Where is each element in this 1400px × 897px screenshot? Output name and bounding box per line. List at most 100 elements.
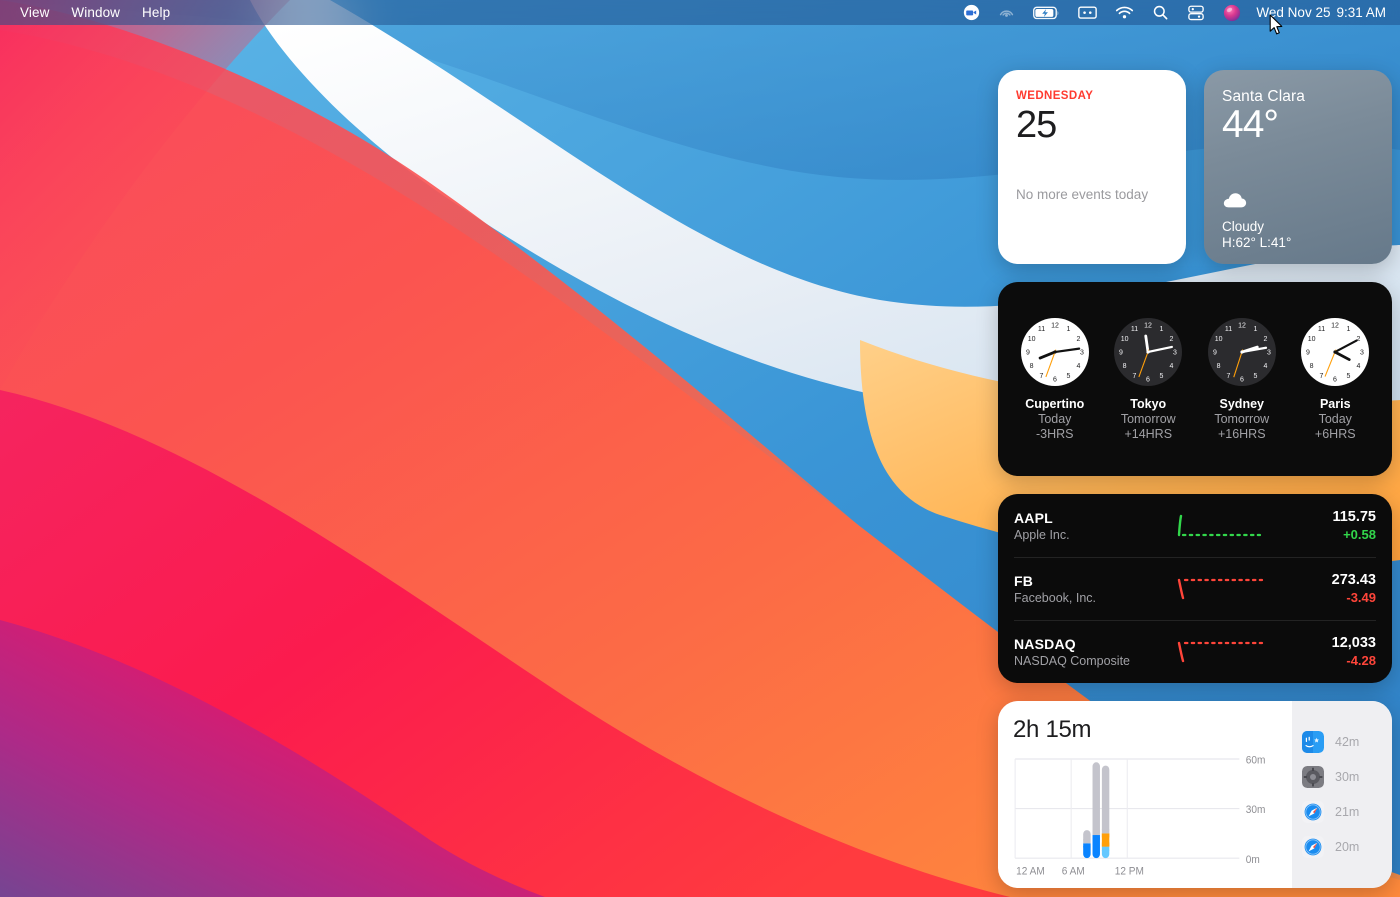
screen-time-bar-chart: 0m 30m 60m 12 AM 6 AM 12 PM: [1013, 752, 1284, 878]
stock-price: 12,033: [1331, 635, 1376, 651]
svg-text:6: 6: [1333, 377, 1337, 384]
clock-day-label: Today: [1038, 412, 1072, 426]
svg-text:12: 12: [1238, 323, 1246, 330]
stocks-widget[interactable]: AAPL Apple Inc. 115.75 +0.58 FB Facebook…: [998, 494, 1392, 683]
svg-text:9: 9: [1306, 350, 1310, 357]
stock-row[interactable]: NASDAQ NASDAQ Composite 12,033 -4.28: [998, 620, 1392, 683]
calendar-weekday: WEDNESDAY: [1016, 90, 1094, 102]
svg-text:10: 10: [1214, 336, 1222, 343]
menu-view[interactable]: View: [9, 3, 60, 22]
zoom-meeting-icon[interactable]: [954, 0, 989, 25]
svg-text:4: 4: [1263, 363, 1267, 370]
world-clock-widget[interactable]: 1 2 3 4 5 6 7 8 9 10 11 12 Cupertino Today -3HRS: [998, 282, 1392, 476]
svg-text:8: 8: [1310, 363, 1314, 370]
finder-icon: [1302, 731, 1324, 753]
stock-identity: FB Facebook, Inc.: [1014, 573, 1144, 605]
svg-text:10: 10: [1027, 336, 1035, 343]
svg-text:5: 5: [1253, 373, 1257, 380]
weather-high-low: H:62° L:41°: [1222, 235, 1292, 250]
stock-sparkline: [1144, 513, 1298, 539]
weather-condition: Cloudy: [1222, 219, 1265, 234]
airplay-icon[interactable]: [989, 0, 1024, 25]
stock-row[interactable]: AAPL Apple Inc. 115.75 +0.58: [998, 494, 1392, 557]
screen-time-app-duration: 42m: [1335, 735, 1360, 749]
screen-time-total: 2h 15m: [1013, 716, 1092, 743]
svg-text:11: 11: [1318, 326, 1325, 333]
spotlight-search-icon[interactable]: [1143, 0, 1178, 25]
svg-text:8: 8: [1123, 363, 1127, 370]
svg-text:7: 7: [1039, 373, 1043, 380]
weather-details: Cloudy H:62° L:41°: [1222, 192, 1374, 250]
svg-text:9: 9: [1026, 350, 1030, 357]
svg-text:8: 8: [1029, 363, 1033, 370]
stock-symbol: NASDAQ: [1014, 635, 1076, 652]
settings-gear-icon: [1302, 766, 1324, 788]
svg-text:2: 2: [1263, 336, 1267, 343]
wifi-icon[interactable]: [1106, 0, 1143, 25]
world-clock-cupertino: 1 2 3 4 5 6 7 8 9 10 11 12 Cupertino Today -3HRS: [1011, 317, 1099, 441]
clock-day-label: Tomorrow: [1120, 412, 1176, 426]
calendar-widget[interactable]: WEDNESDAY 25 No more events today: [998, 70, 1186, 264]
stock-company-name: NASDAQ Composite: [1014, 653, 1131, 668]
menu-help[interactable]: Help: [131, 3, 181, 22]
clock-offset-label: +14HRS: [1124, 427, 1173, 441]
svg-text:5: 5: [1160, 373, 1164, 380]
world-clock-paris: 1 2 3 4 5 6 7 8 9 10 11 12 Paris Today +6HRS: [1291, 317, 1379, 441]
stock-price: 273.43: [1331, 572, 1376, 588]
screen-time-widget[interactable]: 2h 15m 0m 30m 60m 12 AM 6 AM 12 PM 42m 3…: [998, 701, 1392, 888]
weather-widget[interactable]: Santa Clara 44° Cloudy H:62° L:41°: [1204, 70, 1392, 264]
svg-text:7: 7: [1320, 373, 1324, 380]
stock-symbol: AAPL: [1014, 509, 1053, 526]
clock-face-cupertino: 1 2 3 4 5 6 7 8 9 10 11 12: [1020, 317, 1090, 387]
stock-values: 115.75 +0.58: [1298, 509, 1376, 542]
svg-text:12: 12: [1331, 323, 1339, 330]
world-clock-sydney: 1 2 3 4 5 6 7 8 9 10 11 12 Sydney Tomorrow +16HRS: [1198, 317, 1286, 441]
clock-offset-label: +6HRS: [1314, 427, 1356, 441]
svg-text:11: 11: [1225, 326, 1232, 333]
screen-time-app-duration: 30m: [1335, 770, 1360, 784]
stock-row[interactable]: FB Facebook, Inc. 273.43 -3.49: [998, 557, 1392, 620]
clock-face-tokyo: 1 2 3 4 5 6 7 8 9 10 11 12: [1113, 317, 1183, 387]
battery-charging-icon[interactable]: [1024, 0, 1069, 25]
clock-city-label: Paris: [1319, 397, 1351, 411]
stock-values: 12,033 -4.28: [1298, 635, 1376, 668]
svg-text:7: 7: [1133, 373, 1137, 380]
screen-time-app-list: 42m 30m 21m 20m: [1292, 701, 1392, 888]
clock-face-paris: 1 2 3 4 5 6 7 8 9 10 11 12: [1300, 317, 1370, 387]
svg-text:12 PM: 12 PM: [1115, 865, 1144, 878]
svg-text:6 AM: 6 AM: [1062, 865, 1085, 878]
svg-text:2: 2: [1076, 336, 1080, 343]
screen-time-app-row: 20m: [1302, 836, 1392, 858]
notification-center: WEDNESDAY 25 No more events today Santa …: [998, 70, 1392, 888]
menu-bar-time[interactable]: 9:31 AM: [1333, 5, 1390, 20]
stock-identity: AAPL Apple Inc.: [1014, 510, 1144, 542]
clock-city-label: Tokyo: [1130, 397, 1167, 411]
svg-text:1: 1: [1160, 326, 1164, 333]
svg-text:12 AM: 12 AM: [1016, 865, 1045, 878]
clock-day-label: Tomorrow: [1214, 412, 1270, 426]
svg-text:12: 12: [1051, 323, 1059, 330]
svg-text:7: 7: [1226, 373, 1230, 380]
screenshot-icon[interactable]: [1069, 0, 1106, 25]
siri-icon[interactable]: [1214, 0, 1250, 25]
svg-text:8: 8: [1216, 363, 1220, 370]
menu-bar-date[interactable]: Wed Nov 25: [1250, 5, 1333, 20]
svg-text:30m: 30m: [1246, 804, 1266, 817]
svg-text:9: 9: [1213, 350, 1217, 357]
svg-text:2: 2: [1170, 336, 1174, 343]
safari-icon: [1302, 836, 1324, 858]
svg-text:4: 4: [1357, 363, 1361, 370]
svg-text:3: 3: [1360, 350, 1364, 357]
stock-sparkline: [1144, 639, 1298, 665]
stock-change: -4.28: [1346, 653, 1376, 668]
svg-text:9: 9: [1119, 350, 1123, 357]
svg-text:6: 6: [1240, 377, 1244, 384]
screen-time-app-row: 30m: [1302, 766, 1392, 788]
screen-time-chart-area: 2h 15m 0m 30m 60m 12 AM 6 AM 12 PM: [998, 701, 1292, 888]
control-center-icon[interactable]: [1178, 0, 1214, 25]
screen-time-app-duration: 20m: [1335, 840, 1360, 854]
menu-bar: View Window Help Wed Nov 25 9:31 AM: [0, 0, 1400, 25]
stock-identity: NASDAQ NASDAQ Composite: [1014, 636, 1144, 668]
menu-window[interactable]: Window: [60, 3, 131, 22]
clock-city-label: Cupertino: [1025, 397, 1085, 411]
